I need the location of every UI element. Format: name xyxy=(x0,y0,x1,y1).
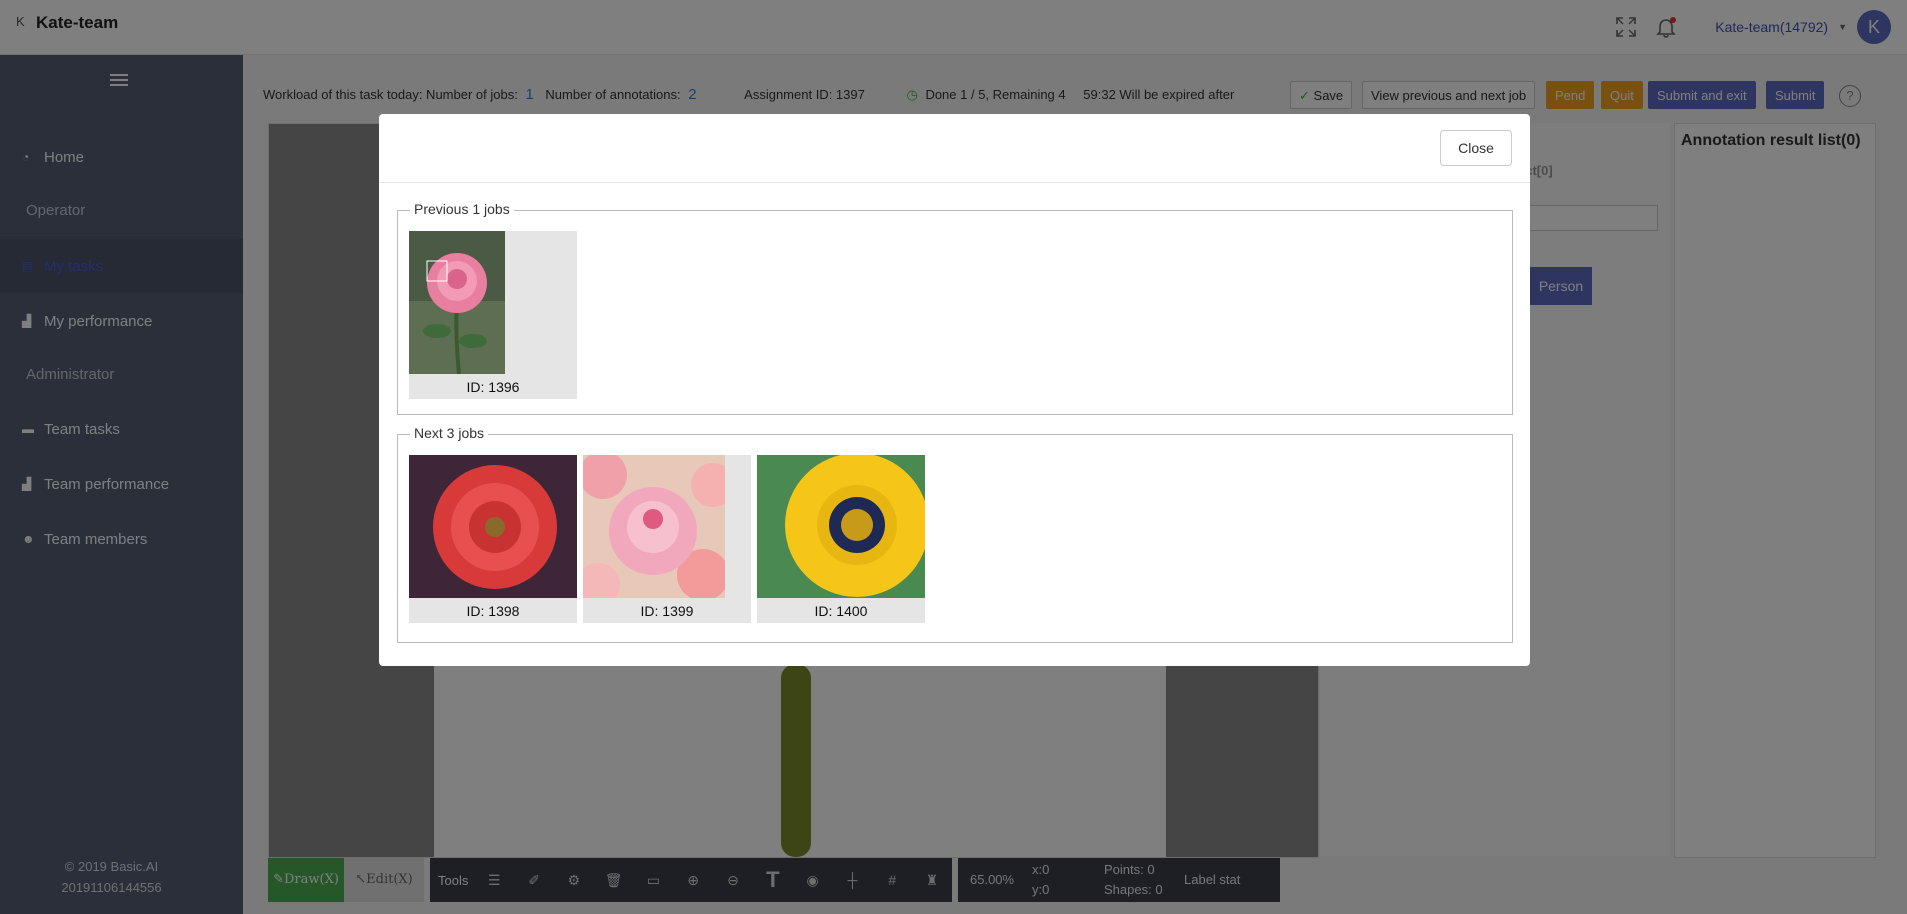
job-thumbnail[interactable]: ID: 1398 xyxy=(409,455,577,623)
sunflower-image xyxy=(757,455,925,598)
zinnia-image xyxy=(409,455,577,598)
jobs-modal: Close Previous 1 jobs ID: 1396 Next 3 jo… xyxy=(379,114,1530,666)
job-thumbnail[interactable]: ID: 1399 xyxy=(583,455,751,623)
job-id-label: ID: 1398 xyxy=(466,603,520,619)
job-id-label: ID: 1396 xyxy=(466,379,520,395)
job-id-label: ID: 1400 xyxy=(814,603,868,619)
previous-jobs-legend: Previous 1 jobs xyxy=(410,201,514,217)
next-jobs-group: Next 3 jobs ID: 1398 ID: 1399 ID: 1400 xyxy=(397,425,1513,643)
job-thumbnail[interactable]: ID: 1400 xyxy=(757,455,925,623)
close-button[interactable]: Close xyxy=(1440,130,1512,166)
job-thumbnail[interactable]: ID: 1396 xyxy=(409,231,577,399)
modal-header: Close xyxy=(379,114,1530,183)
dahlia-image xyxy=(583,455,725,598)
previous-jobs-group: Previous 1 jobs ID: 1396 xyxy=(397,201,1513,415)
job-id-label: ID: 1399 xyxy=(640,603,694,619)
next-jobs-legend: Next 3 jobs xyxy=(410,425,489,441)
rose-image xyxy=(409,231,505,374)
